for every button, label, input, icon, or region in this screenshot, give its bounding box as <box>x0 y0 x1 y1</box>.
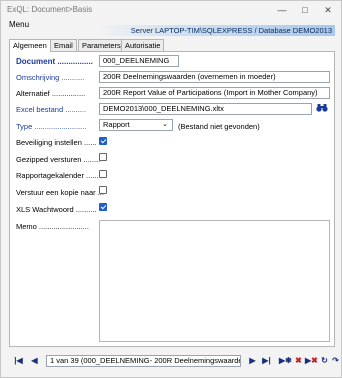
xls-wachtwoord-checkbox[interactable] <box>99 203 107 211</box>
gezipped-checkbox[interactable] <box>99 153 107 161</box>
last-record-icon[interactable]: ▶| <box>261 355 272 366</box>
undo-icon[interactable]: ↻ <box>319 355 330 366</box>
binoculars-icon[interactable] <box>315 103 329 115</box>
delete-record-icon[interactable]: ✖ <box>293 355 304 366</box>
server-info: Server LAPTOP-TIM\SQLEXPRESS / Database … <box>97 25 335 36</box>
rapportagekalender-checkbox[interactable] <box>99 170 107 178</box>
tab-parameters[interactable]: Parameters <box>78 39 125 51</box>
tab-autorisatie[interactable]: Autorisatie <box>121 39 165 51</box>
document-label: Document ................ <box>16 57 93 66</box>
maximize-icon[interactable]: □ <box>294 1 316 19</box>
alternatief-field[interactable]: 200R Report Value of Participations (Imp… <box>99 87 330 99</box>
verstuur-checkbox[interactable] <box>99 186 107 194</box>
gezipped-label: Gezipped versturen ........ <box>16 155 101 164</box>
record-navigator: |◀ ◀ 1 van 39 (000_DEELNEMING- 200R Deel… <box>9 353 339 369</box>
beveiliging-checkbox[interactable] <box>99 137 107 145</box>
next-record-icon[interactable]: ▶ <box>247 355 258 366</box>
window-title: ExQL: Document>Basis <box>7 5 93 14</box>
beveiliging-label: Beveiliging instellen ...... <box>16 138 97 147</box>
chevron-down-icon: ⌄ <box>162 121 168 128</box>
omschrijving-field[interactable]: 200R Deelnemingswaarden (overnemen in mo… <box>99 71 330 83</box>
tab-algemeen[interactable]: Algemeen <box>9 39 51 52</box>
type-label: Type ......................... <box>16 122 87 131</box>
minimize-icon[interactable]: — <box>271 1 293 19</box>
xls-wachtwoord-label: XLS Wachtwoord .......... <box>16 205 97 214</box>
delete-all-icon[interactable]: ▶✖ <box>305 355 318 366</box>
close-icon[interactable]: ✕ <box>317 1 339 19</box>
record-indicator: 1 van 39 (000_DEELNEMING- 200R Deelnemin… <box>46 355 241 367</box>
form-panel: Document ................ 000_DEELNEMING… <box>9 51 335 347</box>
excel-bestand-label: Excel bestand .......... <box>16 105 87 114</box>
rapportagekalender-label: Rapportagekalender ...... <box>16 171 99 180</box>
alternatief-label: Alternatief ................ <box>16 89 86 98</box>
excel-bestand-field[interactable]: DEMO2013\000_DEELNEMING.xltx <box>99 103 312 115</box>
save-icon[interactable]: ↷ <box>330 355 341 366</box>
new-record-icon[interactable]: ▶✱ <box>279 355 292 366</box>
tab-email[interactable]: Email <box>50 39 77 51</box>
memo-field[interactable] <box>99 220 330 342</box>
type-note: (Bestand niet gevonden) <box>178 122 260 131</box>
omschrijving-label: Omschrijving ........... <box>16 73 85 82</box>
document-window: ExQL: Document>Basis — □ ✕ Menu Server L… <box>0 0 342 378</box>
menu-button[interactable]: Menu <box>9 20 29 29</box>
type-select-value: Rapport <box>103 120 130 129</box>
verstuur-label: Verstuur een kopie naar ... <box>16 188 104 197</box>
tab-strip: Algemeen Email Parameters Autorisatie <box>9 39 341 52</box>
memo-label: Memo ........................ <box>16 222 89 231</box>
first-record-icon[interactable]: |◀ <box>13 355 24 366</box>
document-field[interactable]: 000_DEELNEMING <box>99 55 179 67</box>
type-select[interactable]: Rapport ⌄ <box>99 119 173 131</box>
prev-record-icon[interactable]: ◀ <box>29 355 40 366</box>
title-bar: ExQL: Document>Basis — □ ✕ <box>1 1 341 19</box>
